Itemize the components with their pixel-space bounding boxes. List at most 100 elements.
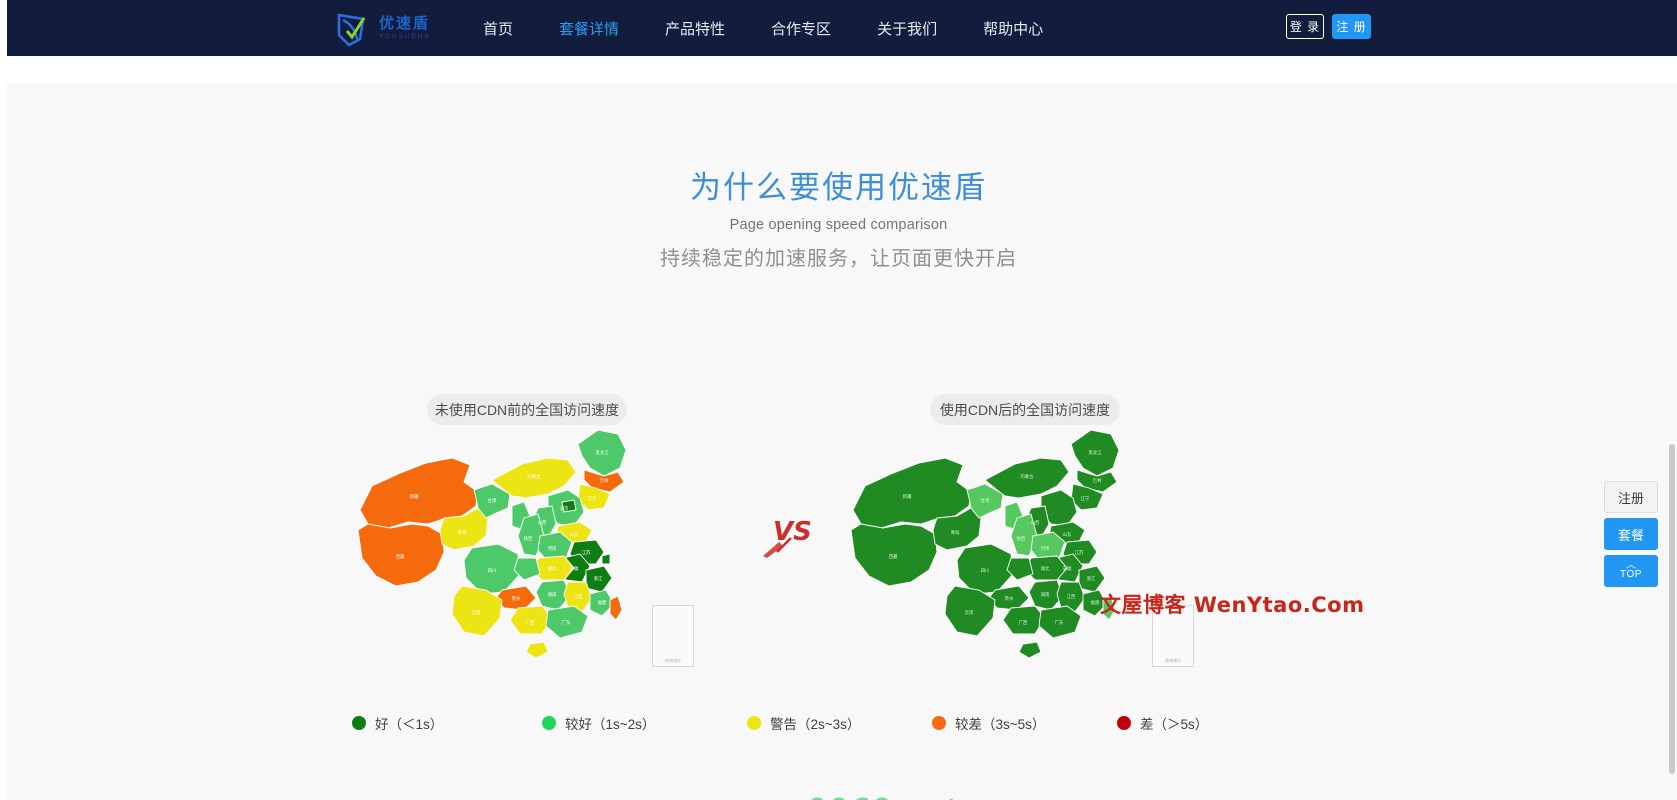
map-label-shandong: 山东 xyxy=(570,531,579,538)
map-label-qinghai: 青海 xyxy=(951,529,960,536)
map-label-guizhou: 贵州 xyxy=(512,595,521,602)
map-label-inner-mongolia: 内蒙古 xyxy=(527,473,541,480)
map-label-jilin: 吉林 xyxy=(1093,477,1102,484)
logo-title-cn: 优速盾 xyxy=(379,16,431,31)
region-guangxi xyxy=(510,606,552,634)
china-map-before-cdn: 新疆 西藏 青海 甘肃 内蒙古 黑龙江 吉林 辽宁 北京 山西 陕西 山东 河南… xyxy=(352,418,657,668)
china-map-after-cdn: 新疆 西藏 青海 甘肃 内蒙古 黑龙江 吉林 辽宁 山西 陕西 山东 河南 江苏… xyxy=(845,418,1150,668)
top-navbar: 优速盾 YOUSUDUN 首页 套餐详情 产品特性 合作专区 关于我们 帮助中心… xyxy=(0,0,1677,56)
map-label-gansu: 甘肃 xyxy=(488,497,497,504)
map-label-shanxi: 山西 xyxy=(538,519,547,526)
region-guangxi xyxy=(1003,606,1045,634)
map-label-xinjiang: 新疆 xyxy=(903,493,912,500)
nav-item-packages[interactable]: 套餐详情 xyxy=(536,0,642,56)
region-hainan xyxy=(1019,642,1041,658)
map-label-zhejiang: 浙江 xyxy=(1087,575,1096,582)
map-label-xinjiang: 新疆 xyxy=(410,493,419,500)
south-sea-inset-left: 南海诸岛 xyxy=(652,605,694,667)
rail-back-to-top-button[interactable]: ︿ TOP xyxy=(1604,555,1658,587)
nav-item-partners[interactable]: 合作专区 xyxy=(748,0,854,56)
watermark-bottom: www.9969.net xyxy=(0,791,1677,800)
login-button[interactable]: 登 录 xyxy=(1286,14,1324,39)
legend-dot-good xyxy=(352,716,366,730)
map-label-guangxi: 广西 xyxy=(1019,619,1028,626)
rail-top-label: TOP xyxy=(1620,570,1642,580)
map-label-shanxi: 山西 xyxy=(1031,519,1040,526)
page-scrollbar-thumb[interactable] xyxy=(1669,444,1675,774)
legend-item-good: 好（＜1s） xyxy=(352,713,443,733)
map-label-henan: 河南 xyxy=(1041,545,1050,552)
map-label-fujian: 福建 xyxy=(1091,599,1100,606)
sub-header-strip xyxy=(0,56,1677,83)
legend-dot-fair xyxy=(542,716,556,730)
map-label-shaanxi: 陕西 xyxy=(524,535,533,542)
page-subtitle-cn: 持续稳定的加速服务，让页面更快开启 xyxy=(0,242,1677,271)
nav-item-features[interactable]: 产品特性 xyxy=(642,0,748,56)
nav-item-about[interactable]: 关于我们 xyxy=(854,0,960,56)
map-label-inner-mongolia: 内蒙古 xyxy=(1020,473,1034,480)
nav-item-home[interactable]: 首页 xyxy=(460,0,536,56)
map-label-jiangsu: 江苏 xyxy=(1075,549,1084,556)
legend-item-fair: 较好（1s~2s） xyxy=(542,713,655,733)
map-label-shaanxi: 陕西 xyxy=(1017,535,1026,542)
map-label-qinghai: 青海 xyxy=(458,529,467,536)
floating-action-rail: 注册 套餐 ︿ TOP xyxy=(1604,481,1658,587)
map-label-heilongjiang: 黑龙江 xyxy=(595,449,609,456)
legend-label-warn: 警告（2s~3s） xyxy=(770,713,860,733)
map-label-jilin: 吉林 xyxy=(600,477,609,484)
rail-package-button[interactable]: 套餐 xyxy=(1604,518,1658,550)
legend-dot-poor xyxy=(932,716,946,730)
logo-text: 优速盾 YOUSUDUN xyxy=(379,16,431,40)
map-label-zhejiang: 浙江 xyxy=(594,575,603,582)
leaf-shield-logo-icon xyxy=(333,9,373,47)
legend-item-poor: 较差（3s~5s） xyxy=(932,713,1045,733)
nav-links: 首页 套餐详情 产品特性 合作专区 关于我们 帮助中心 xyxy=(460,0,1066,56)
map-label-anhui: 安徽 xyxy=(1063,565,1072,572)
map-label-guangdong: 广东 xyxy=(562,619,571,626)
nav-actions: 登 录 注 册 xyxy=(1286,14,1371,39)
map-comparison-area: 新疆 西藏 青海 甘肃 内蒙古 黑龙江 吉林 辽宁 北京 山西 陕西 山东 河南… xyxy=(0,418,1677,688)
map-label-heilongjiang: 黑龙江 xyxy=(1088,449,1102,456)
map-label-tibet: 西藏 xyxy=(889,553,898,560)
map-label-liaoning: 辽宁 xyxy=(1081,495,1090,502)
region-shanghai xyxy=(602,554,610,564)
page-left-edge xyxy=(0,0,7,800)
site-logo[interactable]: 优速盾 YOUSUDUN xyxy=(333,8,431,48)
main-content: 为什么要使用优速盾 Page opening speed comparison … xyxy=(0,83,1677,800)
map-label-sichuan: 四川 xyxy=(981,568,990,574)
page-root: 优速盾 YOUSUDUN 首页 套餐详情 产品特性 合作专区 关于我们 帮助中心… xyxy=(0,0,1677,800)
legend-label-bad: 差（＞5s） xyxy=(1140,713,1208,733)
logo-title-en: YOUSUDUN xyxy=(379,34,431,40)
speed-legend: 好（＜1s） 较好（1s~2s） 警告（2s~3s） 较差（3s~5s） 差（＞… xyxy=(352,713,1172,735)
map-label-gansu: 甘肃 xyxy=(981,497,990,504)
map-label-jiangxi: 江西 xyxy=(1067,593,1076,600)
register-button[interactable]: 注 册 xyxy=(1332,14,1371,39)
rail-register-button[interactable]: 注册 xyxy=(1604,481,1658,513)
nav-item-help[interactable]: 帮助中心 xyxy=(960,0,1066,56)
map-label-henan: 河南 xyxy=(548,545,557,552)
map-label-hubei: 湖北 xyxy=(1041,565,1050,572)
map-label-guizhou: 贵州 xyxy=(1005,595,1014,602)
legend-dot-bad xyxy=(1117,716,1131,730)
map-label-hubei: 湖北 xyxy=(548,565,557,572)
map-label-yunnan: 云南 xyxy=(965,609,974,616)
map-label-shandong: 山东 xyxy=(1063,531,1072,538)
legend-label-good: 好（＜1s） xyxy=(375,713,443,733)
map-label-tibet: 西藏 xyxy=(396,553,405,560)
page-title: 为什么要使用优速盾 xyxy=(0,169,1677,208)
watermark-map: 文屋博客 WenYtao.Com xyxy=(1100,589,1364,619)
map-label-anhui: 安徽 xyxy=(570,565,579,572)
inset-caption-right: 南海诸岛 xyxy=(1153,658,1193,664)
map-label-yunnan: 云南 xyxy=(472,609,481,616)
map-label-jiangsu: 江苏 xyxy=(582,549,591,556)
map-label-jiangxi: 江西 xyxy=(574,593,583,600)
vs-badge-icon: VS xyxy=(757,508,817,563)
map-label-hunan: 湖南 xyxy=(1041,591,1050,598)
map-label-hunan: 湖南 xyxy=(548,591,557,598)
map-label-fujian: 福建 xyxy=(598,599,607,606)
legend-dot-warn xyxy=(747,716,761,730)
map-label-beijing: 北京 xyxy=(560,505,569,512)
region-taiwan xyxy=(610,596,622,620)
map-label-sichuan: 四川 xyxy=(488,568,497,574)
legend-label-poor: 较差（3s~5s） xyxy=(955,713,1045,733)
